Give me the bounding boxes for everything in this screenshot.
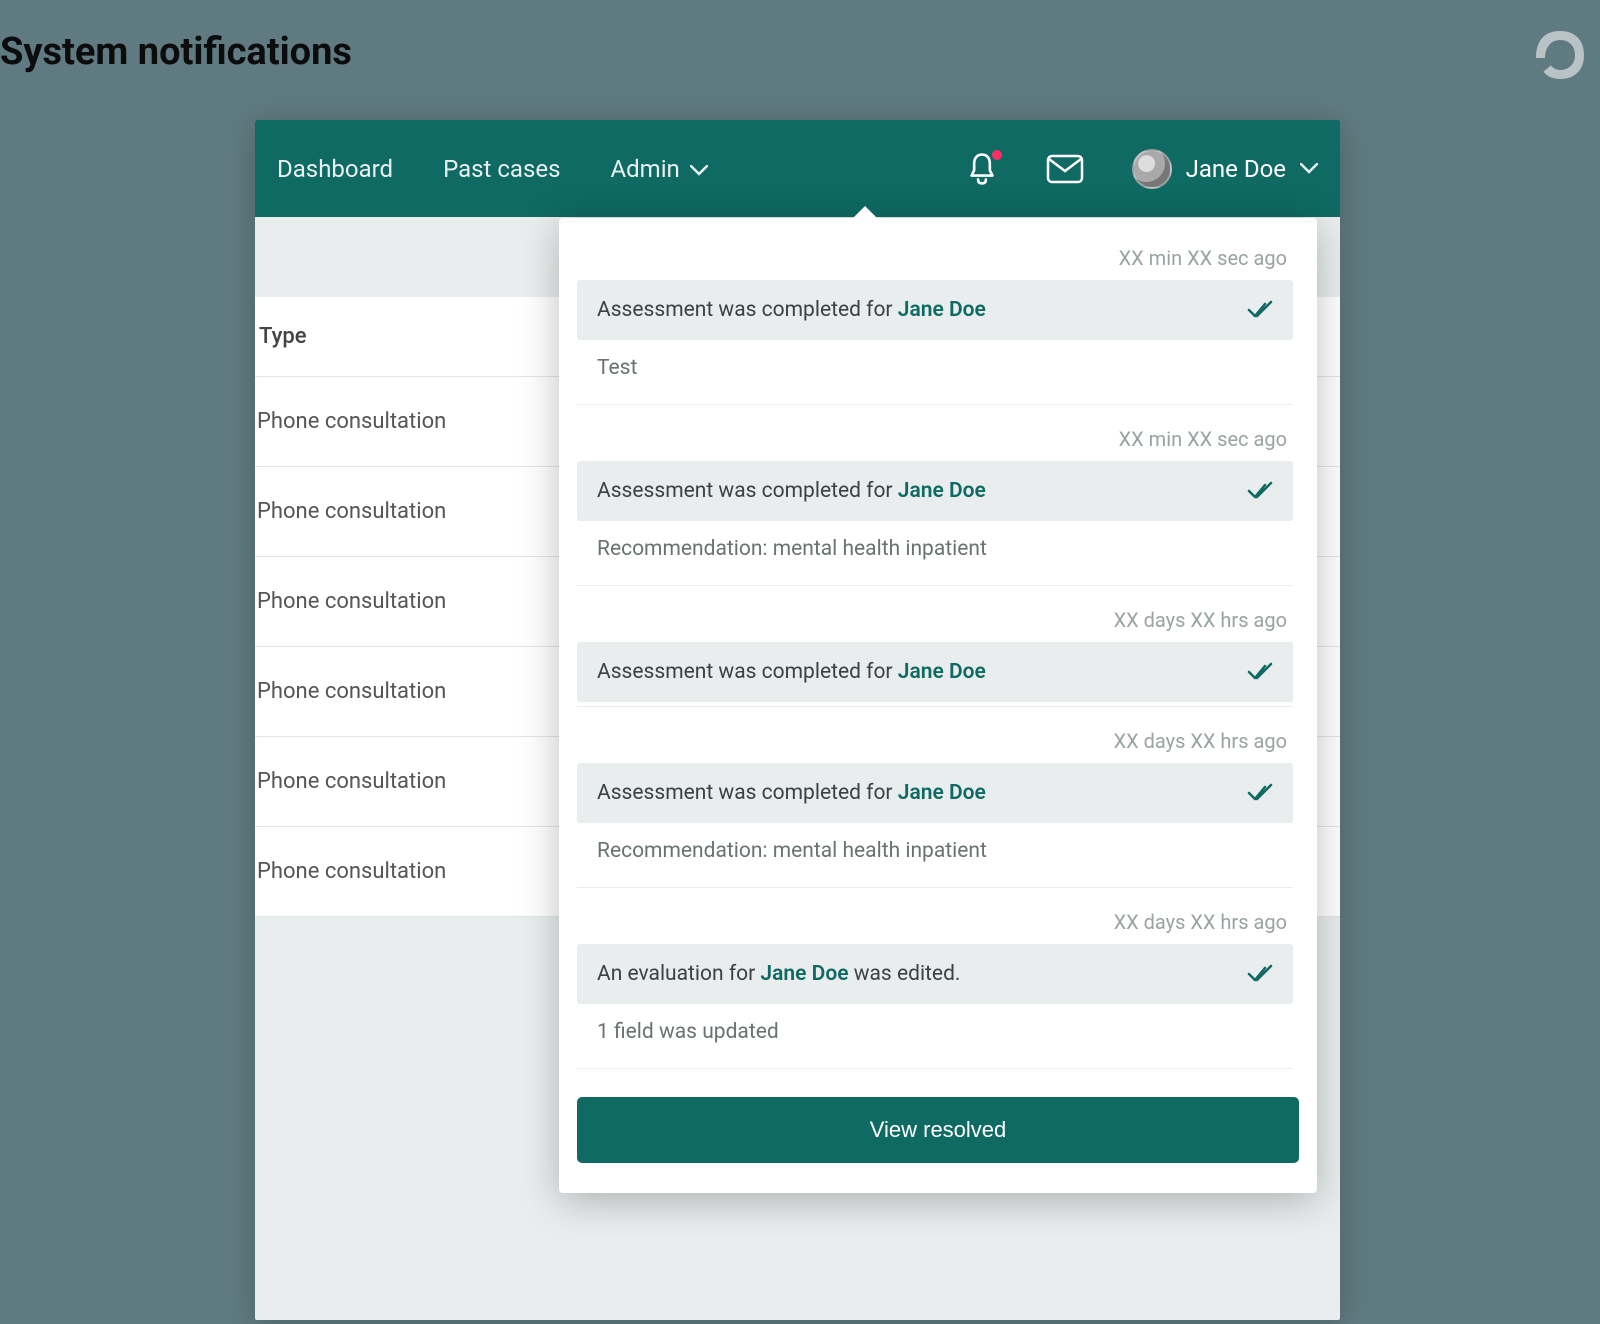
notifications-scroll[interactable]: XX min XX sec ago Assessment was complete… xyxy=(559,218,1317,1073)
check-icon[interactable] xyxy=(1247,481,1273,501)
notification-body: Recommendation: mental health inpatient xyxy=(577,521,1293,581)
notification-time: XX days XX hrs ago xyxy=(577,590,1293,642)
notification-item: XX min XX sec ago Assessment was complete… xyxy=(577,228,1293,405)
notification-header[interactable]: Assessment was completed for Jane Doe xyxy=(577,763,1293,823)
nav-admin[interactable]: Admin xyxy=(610,155,707,183)
view-resolved-button[interactable]: View resolved xyxy=(577,1097,1299,1163)
panel-caret xyxy=(851,206,879,220)
user-name: Jane Doe xyxy=(1186,155,1286,183)
notification-header[interactable]: Assessment was completed for Jane Doe xyxy=(577,642,1293,702)
notification-header[interactable]: Assessment was completed for Jane Doe xyxy=(577,461,1293,521)
notification-subject[interactable]: Jane Doe xyxy=(898,781,986,805)
notification-time: XX days XX hrs ago xyxy=(577,892,1293,944)
chevron-down-icon xyxy=(690,165,708,177)
notification-title: Assessment was completed for Jane Doe xyxy=(597,660,986,684)
notification-item: XX days XX hrs ago An evaluation for Jane… xyxy=(577,892,1293,1069)
notification-subject[interactable]: Jane Doe xyxy=(898,479,986,503)
check-icon[interactable] xyxy=(1247,964,1273,984)
notification-body: Test xyxy=(577,340,1293,400)
check-icon[interactable] xyxy=(1247,300,1273,320)
notification-subject[interactable]: Jane Doe xyxy=(898,298,986,322)
messages-button[interactable] xyxy=(1046,154,1084,184)
notification-subject[interactable]: Jane Doe xyxy=(760,962,848,986)
notification-item: XX min XX sec ago Assessment was complete… xyxy=(577,409,1293,586)
check-icon[interactable] xyxy=(1247,783,1273,803)
check-icon[interactable] xyxy=(1247,662,1273,682)
chevron-down-icon xyxy=(1300,163,1318,175)
brand-logo-icon xyxy=(1530,25,1590,85)
notification-body: 1 field was updated xyxy=(577,1004,1293,1064)
user-menu[interactable]: Jane Doe xyxy=(1132,149,1318,189)
notification-title: Assessment was completed for Jane Doe xyxy=(597,479,986,503)
notification-item: XX days XX hrs ago Assessment was complet… xyxy=(577,590,1293,707)
notifications-panel: XX min XX sec ago Assessment was complete… xyxy=(559,218,1317,1193)
nav-admin-label: Admin xyxy=(610,155,679,183)
notification-header[interactable]: An evaluation for Jane Doe was edited. xyxy=(577,944,1293,1004)
envelope-icon xyxy=(1046,154,1084,184)
nav-dashboard[interactable]: Dashboard xyxy=(277,155,393,183)
notification-time: XX min XX sec ago xyxy=(577,228,1293,280)
page-title: System notifications xyxy=(0,30,352,74)
notification-title: An evaluation for Jane Doe was edited. xyxy=(597,962,960,986)
notification-time: XX days XX hrs ago xyxy=(577,711,1293,763)
notification-time: XX min XX sec ago xyxy=(577,409,1293,461)
app-frame: Dashboard Past cases Admin xyxy=(255,120,1340,1320)
notification-dot xyxy=(990,148,1004,162)
notification-title: Assessment was completed for Jane Doe xyxy=(597,298,986,322)
notification-subject[interactable]: Jane Doe xyxy=(898,660,986,684)
notification-header[interactable]: Assessment was completed for Jane Doe xyxy=(577,280,1293,340)
notifications-button[interactable] xyxy=(966,152,998,186)
notification-body: Recommendation: mental health inpatient xyxy=(577,823,1293,883)
notification-item: XX days XX hrs ago Assessment was complet… xyxy=(577,711,1293,888)
nav-past-cases[interactable]: Past cases xyxy=(443,155,560,183)
avatar xyxy=(1132,149,1172,189)
notification-title: Assessment was completed for Jane Doe xyxy=(597,781,986,805)
topbar: Dashboard Past cases Admin xyxy=(255,120,1340,217)
